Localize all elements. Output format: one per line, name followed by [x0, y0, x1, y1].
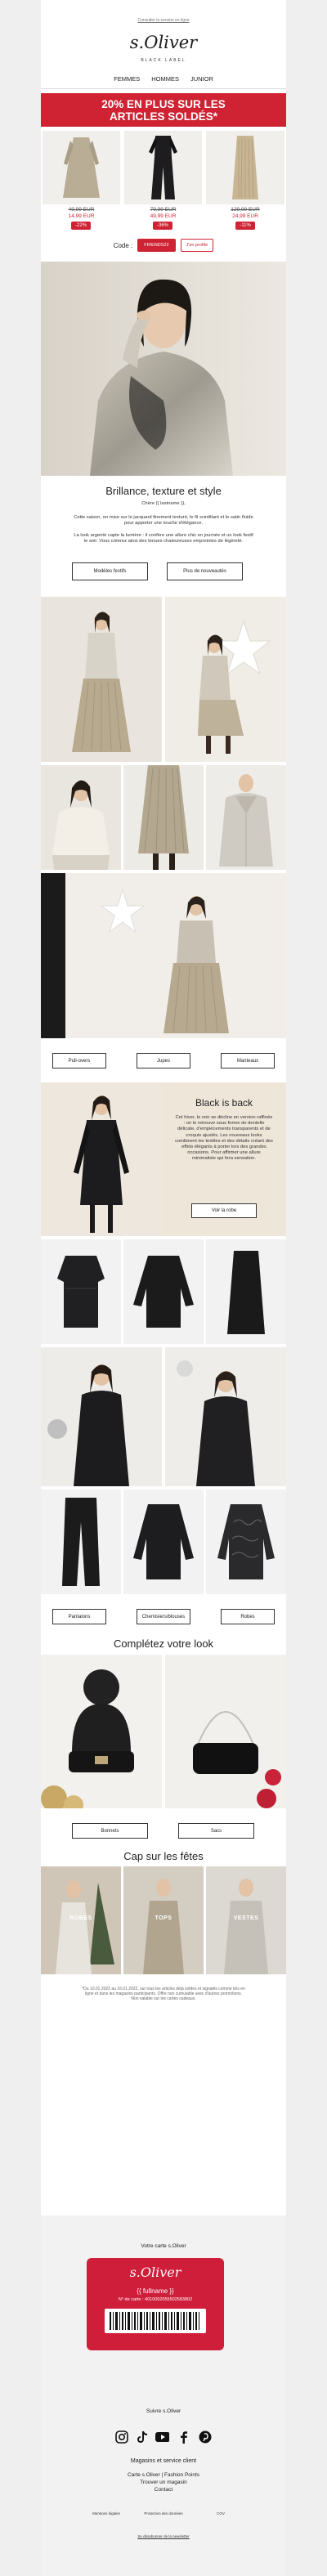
product-1-new-price: 14,99 EUR: [68, 213, 95, 219]
view-online-link[interactable]: Consulter la version en ligne: [41, 18, 286, 23]
holiday-tops-image[interactable]: TOPS: [123, 1866, 204, 1974]
legal-notice: *Du 10.01.2022 au 16.01.2022, sur tous l…: [82, 1987, 245, 2001]
holiday-jackets-image[interactable]: VESTES: [206, 1866, 286, 1974]
coats-button[interactable]: Manteaux: [221, 1053, 275, 1068]
holiday-dresses-image[interactable]: ROBES: [41, 1866, 121, 1974]
card-holder-name: {{ fullname }}: [137, 2287, 174, 2295]
footer-link-legal[interactable]: Mentions légales: [82, 2511, 131, 2516]
pants-button[interactable]: Pantalons: [52, 1609, 106, 1624]
look-image-black-top-smile[interactable]: [165, 1347, 286, 1486]
footer-link-store-finder[interactable]: Trouver un magasin: [41, 2480, 286, 2485]
brillance-greeting: Chère {{ lastname }},: [141, 501, 186, 506]
product-3-new-price: 24,99 EUR: [232, 213, 258, 219]
product-image-dress[interactable]: [43, 131, 120, 204]
bag-image[interactable]: [165, 1655, 286, 1808]
barcode: [105, 2309, 206, 2333]
more-new-arrivals-button[interactable]: Plus de nouveautés: [167, 562, 243, 580]
look-image-grey-coat[interactable]: [206, 765, 286, 870]
festive-models-button[interactable]: Modèles festifs: [72, 562, 148, 580]
holiday-jackets-label: VESTES: [233, 1915, 259, 1921]
promo-line-2: ARTICLES SOLDÉS*: [109, 110, 217, 123]
card-section-title: Votre carte s.Oliver: [141, 2243, 186, 2249]
product-2-discount-badge: -36%: [153, 222, 172, 230]
black-text: Cet hiver, le noir se décline en version…: [175, 1115, 273, 1162]
brillance-text-1: Cette saison, on mise sur le jacquard fi…: [74, 515, 253, 526]
look-image-black-blouse[interactable]: [41, 1347, 162, 1486]
promo-banner[interactable]: 20% EN PLUS SUR LES ARTICLES SOLDÉS*: [41, 93, 286, 127]
product-1-discount-badge: -22%: [71, 222, 91, 230]
promo-code-link[interactable]: J'en profite: [180, 239, 214, 252]
promo-code-label: Code :: [113, 241, 133, 249]
look-image-knit-sweater[interactable]: [41, 765, 121, 870]
bags-button[interactable]: Sacs: [178, 1823, 254, 1839]
look-image-skirt-detail[interactable]: [123, 765, 204, 870]
look-image-pleated-skirt[interactable]: [41, 597, 162, 762]
product-black-top[interactable]: [41, 1239, 121, 1344]
nav-item-junior[interactable]: JUNIOR: [188, 75, 216, 83]
promo-code-row: Code : FRIENDS22 J'en profite: [41, 239, 286, 252]
black-title: Black is back: [195, 1097, 253, 1109]
nav-item-femmes[interactable]: FEMMES: [111, 75, 142, 83]
holiday-dresses-label: ROBES: [69, 1915, 92, 1921]
email-body: Consulter la version en ligne s.Oliver B…: [41, 0, 286, 2576]
beanie-image[interactable]: [41, 1655, 162, 1808]
card-number: N° de carte : 4010092055502583802: [118, 2297, 193, 2302]
loyalty-card[interactable]: s.Oliver {{ fullname }} N° de carte : 40…: [87, 2258, 224, 2350]
footer-link-privacy[interactable]: Protection des données: [139, 2511, 188, 2516]
unsubscribe-link[interactable]: Se désabonner de la newsletter: [41, 2534, 286, 2538]
nav-item-hommes[interactable]: HOMMES: [149, 75, 181, 83]
look-image-seated-woman[interactable]: [165, 597, 286, 762]
brillance-text-2: La look argenté capte la lumière : il co…: [74, 533, 253, 544]
complete-look-title: Complétez votre look: [113, 1637, 214, 1650]
brillance-title: Brillance, texture et style: [105, 485, 222, 497]
youtube-icon[interactable]: [155, 2430, 169, 2444]
product-black-pants[interactable]: [41, 1490, 121, 1594]
product-1-old-price: 49,99 EUR: [68, 207, 95, 213]
facebook-icon[interactable]: [177, 2430, 190, 2444]
brand-logo[interactable]: s.Oliver: [41, 33, 286, 52]
skirts-button[interactable]: Jupes: [137, 1053, 190, 1068]
dresses-button[interactable]: Robes: [221, 1609, 275, 1624]
product-lace-top[interactable]: [206, 1490, 286, 1594]
service-title: Magasins et service client: [130, 2458, 197, 2464]
product-2-new-price: 49,99 EUR: [150, 213, 177, 219]
footer-link-terms[interactable]: CGV: [196, 2511, 245, 2516]
tiktok-icon[interactable]: [135, 2430, 149, 2444]
product-3-discount-badge: -11%: [235, 222, 255, 230]
holiday-tops-label: TOPS: [155, 1915, 172, 1921]
product-image-skirt[interactable]: [206, 131, 284, 204]
black-dress-image[interactable]: [41, 1082, 162, 1236]
footer-link-card[interactable]: Carte s.Oliver | Fashion Points: [41, 2472, 286, 2478]
beanies-button[interactable]: Bonnets: [72, 1823, 148, 1839]
black-is-back-panel: Black is back Cet hiver, le noir se décl…: [162, 1082, 286, 1236]
product-image-jumpsuit[interactable]: [124, 131, 202, 204]
product-black-sweater[interactable]: [123, 1239, 204, 1344]
main-nav: FEMMES HOMMES JUNIOR: [41, 75, 286, 83]
product-3-old-price: 129,99 EUR: [231, 207, 260, 213]
see-dress-button[interactable]: Voir la robe: [191, 1203, 257, 1218]
pullovers-button[interactable]: Pull-overs: [52, 1053, 106, 1068]
look-image-wall-star[interactable]: [41, 873, 286, 1038]
holidays-title: Cap sur les fêtes: [123, 1850, 204, 1862]
instagram-icon[interactable]: [114, 2430, 128, 2444]
divider: [41, 88, 286, 89]
footer-link-contact[interactable]: Contact: [41, 2487, 286, 2493]
product-2-old-price: 79,99 EUR: [150, 207, 177, 213]
hero-image-woman-silver[interactable]: [41, 262, 286, 476]
card-logo: s.Oliver: [129, 2265, 181, 2280]
promo-line-1: 20% EN PLUS SUR LES: [101, 98, 226, 110]
promo-code-value[interactable]: FRIENDS22: [137, 239, 176, 252]
product-black-blouse[interactable]: [123, 1490, 204, 1594]
follow-title: Suivre s.Oliver: [146, 2408, 181, 2414]
product-black-skirt[interactable]: [206, 1239, 286, 1344]
brand-subline: BLACK LABEL: [141, 58, 186, 63]
pinterest-icon[interactable]: [198, 2430, 212, 2444]
shirts-blouses-button[interactable]: Chemisiers/blouses: [137, 1609, 190, 1624]
